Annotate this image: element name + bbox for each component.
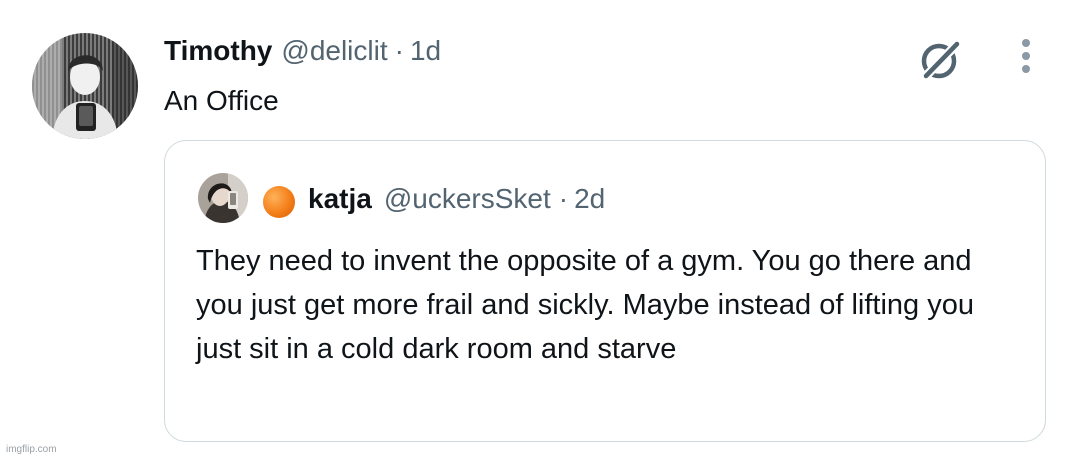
quoted-tweet-header: katja @uckersSket · 2d	[308, 179, 605, 219]
quoted-author-handle: @uckersSket	[383, 183, 551, 214]
header-separator: ·	[394, 35, 404, 66]
quoted-tweet-text: They need to invent the opposite of a gy…	[196, 245, 975, 365]
more-options-icon[interactable]	[1010, 36, 1042, 76]
watermark-text: imgflip.com	[6, 444, 57, 455]
tweet-timestamp[interactable]: 1d	[410, 35, 441, 67]
author-name[interactable]: Timothy	[164, 35, 272, 67]
author-handle[interactable]: @deliclit	[281, 35, 387, 67]
orange-circle-emoji-icon	[262, 185, 296, 219]
avatar-image	[32, 33, 138, 139]
quoted-author-name: katja	[308, 183, 372, 214]
quoted-header-separator: ·	[558, 183, 569, 214]
tweet-header: Timothy @deliclit · 1d	[164, 30, 441, 72]
quoted-tweet-card[interactable]: katja @uckersSket · 2d They need to inve…	[164, 140, 1046, 442]
quoted-tweet-timestamp: 2d	[574, 183, 606, 214]
quoted-author-avatar	[198, 173, 248, 223]
grok-icon[interactable]	[914, 34, 966, 86]
author-avatar[interactable]	[32, 33, 138, 139]
tweet-text: An Office	[164, 85, 279, 116]
